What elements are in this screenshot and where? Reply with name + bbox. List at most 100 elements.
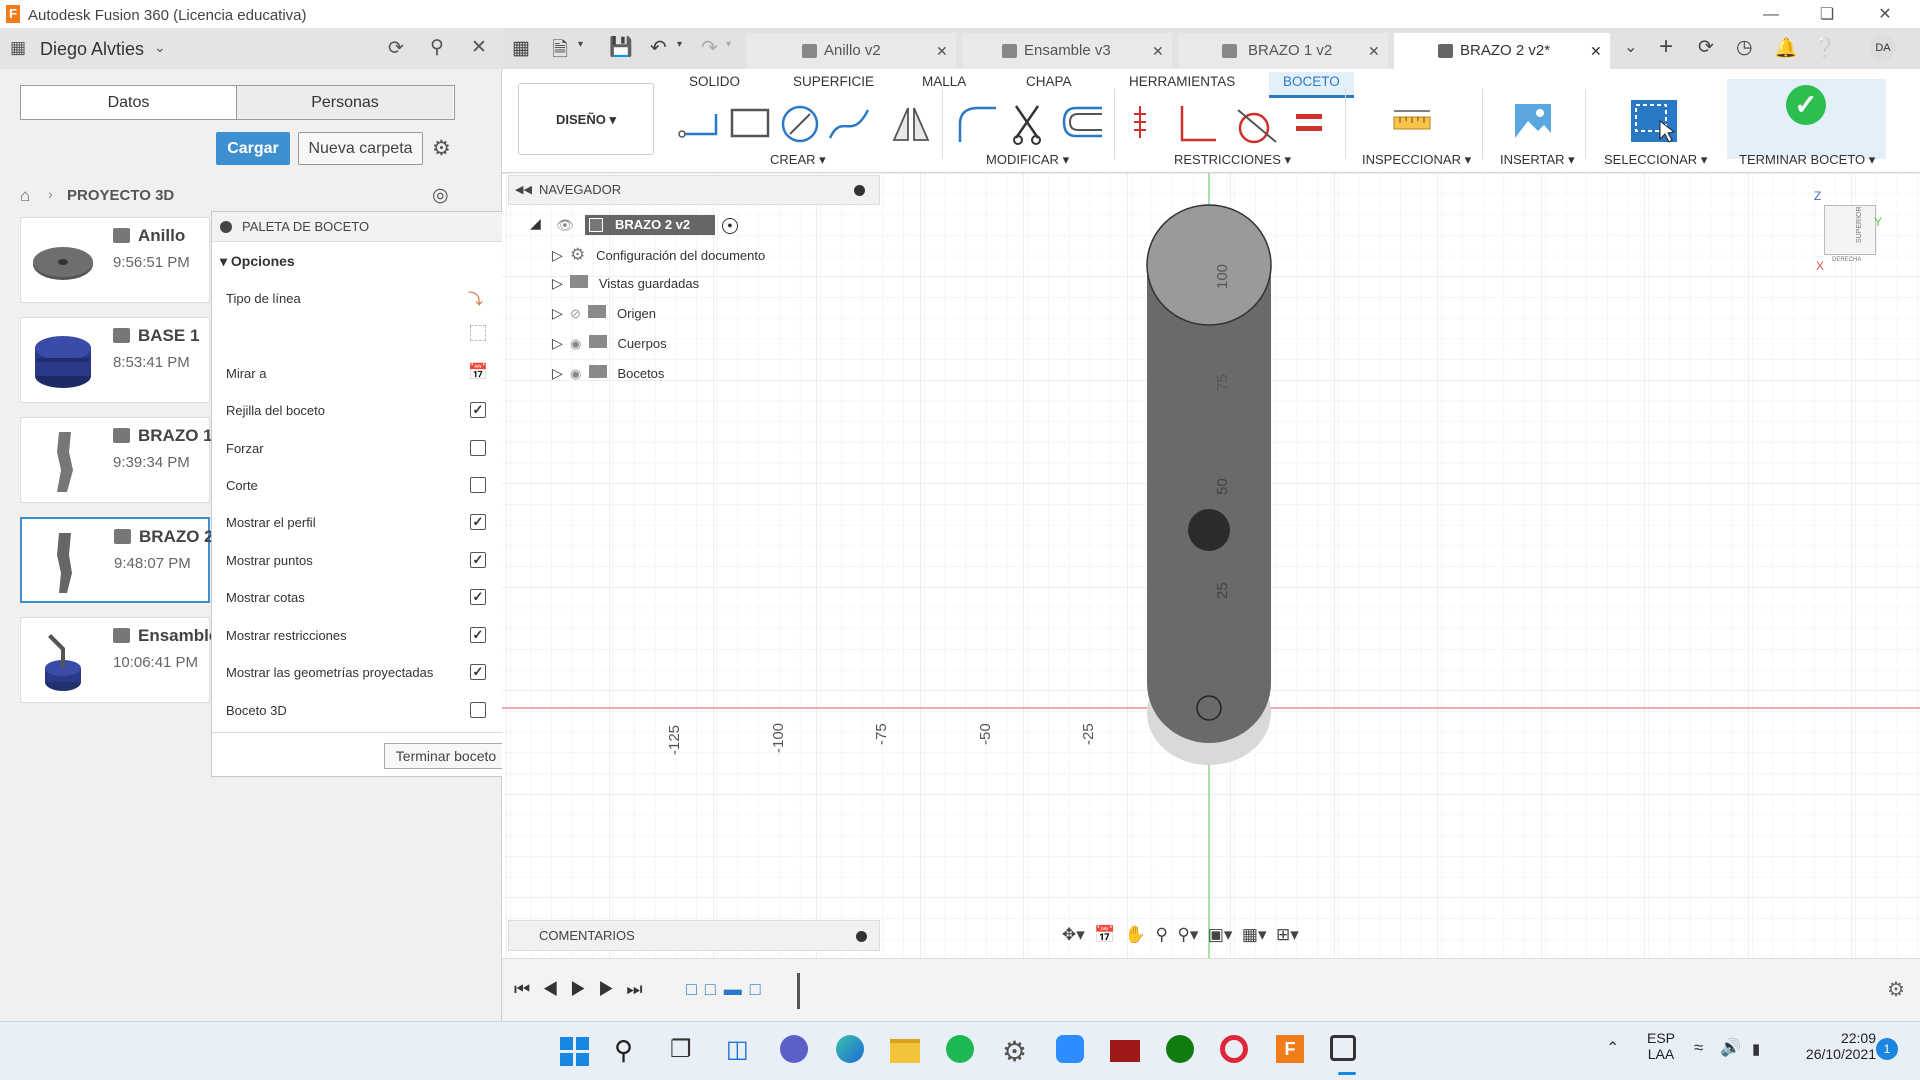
- sketch-feature-icon[interactable]: □: [686, 979, 705, 999]
- 3d-sketch-checkbox[interactable]: [470, 702, 486, 718]
- timeline-settings-icon[interactable]: ⚙: [1887, 977, 1905, 1002]
- sketch-feature-icon[interactable]: □: [705, 979, 724, 999]
- browser-row-named-views[interactable]: ▷ Vistas guardadas: [552, 275, 699, 292]
- gear-icon[interactable]: ⚙: [432, 136, 451, 161]
- activate-radio-icon[interactable]: ●: [722, 218, 738, 234]
- tab-solido[interactable]: SOLIDO: [689, 74, 740, 89]
- tabs-overflow-icon[interactable]: ⌄: [1624, 37, 1637, 57]
- browser-root[interactable]: BRAZO 2 v2: [585, 215, 715, 235]
- snipping-tool-icon[interactable]: [1330, 1035, 1362, 1067]
- offset-tool-icon[interactable]: [1062, 106, 1102, 138]
- redo-icon[interactable]: ↷: [701, 35, 718, 60]
- step-forward-icon[interactable]: ▶: [598, 979, 626, 999]
- mirror-tool-icon[interactable]: [892, 107, 930, 141]
- browser-row-bodies[interactable]: ▷ ◉ Cuerpos: [552, 335, 667, 352]
- fit-icon[interactable]: ⚲▾: [1177, 925, 1198, 944]
- show-projected-checkbox[interactable]: ✓: [470, 664, 486, 680]
- browser-row-sketches[interactable]: ▷ ◉ Bocetos: [552, 365, 664, 382]
- zoom-app-icon[interactable]: [1056, 1035, 1088, 1067]
- task-view-icon[interactable]: ❐: [670, 1035, 702, 1067]
- visibility-eye-icon[interactable]: 👁: [556, 217, 574, 234]
- show-dimensions-checkbox[interactable]: ✓: [470, 589, 486, 605]
- centerline-icon[interactable]: [470, 325, 486, 341]
- new-folder-button[interactable]: Nueva carpeta: [298, 132, 423, 165]
- restore-button[interactable]: ❏: [1804, 3, 1850, 27]
- group-inspeccionar[interactable]: INSPECCIONAR ▾: [1362, 152, 1471, 168]
- insert-image-icon[interactable]: [1514, 103, 1552, 139]
- file-dropdown-icon[interactable]: ▾: [578, 39, 583, 50]
- go-to-end-icon[interactable]: ⏭: [626, 979, 654, 999]
- widgets-icon[interactable]: ◫: [726, 1035, 758, 1067]
- visibility-eye-icon[interactable]: ◉: [570, 366, 581, 381]
- tab-datos[interactable]: Datos: [21, 86, 237, 119]
- tab-personas[interactable]: Personas: [237, 86, 453, 119]
- help-icon[interactable]: ❔: [1812, 36, 1836, 60]
- options-section[interactable]: ▾ Opciones: [220, 253, 295, 270]
- checkmark-icon[interactable]: ✓: [1786, 85, 1826, 125]
- opera-icon[interactable]: [1220, 1035, 1252, 1067]
- pin-icon[interactable]: [854, 185, 865, 196]
- file-icon[interactable]: 🗎: [552, 35, 568, 69]
- search-icon[interactable]: ⚲: [430, 36, 444, 59]
- tab-chapa[interactable]: CHAPA: [1026, 74, 1072, 89]
- save-icon[interactable]: 💾: [609, 35, 633, 59]
- language-indicator[interactable]: ESP LAA: [1644, 1030, 1678, 1062]
- viewcube[interactable]: SUPERIOR DERECHA Z Y X: [1814, 189, 1882, 273]
- workspace-selector[interactable]: DISEÑO ▾: [518, 83, 654, 155]
- settings-taskbar-icon[interactable]: ⚙: [1002, 1035, 1034, 1067]
- notification-badge[interactable]: 1: [1876, 1038, 1898, 1060]
- expand-arrow-icon[interactable]: ▷: [552, 365, 563, 381]
- browser-row-origin[interactable]: ▷ ⊘ Origen: [552, 305, 656, 322]
- search-taskbar-icon[interactable]: ⚲: [614, 1035, 646, 1067]
- orbit-icon[interactable]: ✥▾: [1062, 925, 1085, 944]
- spotify-icon[interactable]: [946, 1035, 978, 1067]
- collapse-arrow-icon[interactable]: ◢: [530, 215, 541, 232]
- viewcube-face[interactable]: [1824, 205, 1876, 255]
- project-title[interactable]: PROYECTO 3D: [67, 187, 174, 204]
- close-tab-icon[interactable]: ✕: [1368, 33, 1380, 69]
- visibility-eye-icon[interactable]: ◉: [570, 336, 581, 351]
- zoom-icon[interactable]: ⚲: [1155, 925, 1167, 944]
- perpendicular-constraint-icon[interactable]: [1180, 106, 1216, 142]
- show-points-checkbox[interactable]: ✓: [470, 552, 486, 568]
- close-window-button[interactable]: ✕: [1862, 3, 1908, 27]
- close-tab-icon[interactable]: ✕: [1590, 33, 1602, 69]
- fusion-taskbar-icon[interactable]: F: [1276, 1035, 1308, 1067]
- construction-line-icon[interactable]: ⤵: [468, 288, 483, 309]
- refresh-icon[interactable]: ⟳: [388, 37, 404, 60]
- minimize-button[interactable]: —: [1748, 3, 1794, 27]
- edge-icon[interactable]: [836, 1035, 868, 1067]
- clock[interactable]: 22:09 26/10/2021: [1786, 1030, 1876, 1062]
- group-crear[interactable]: CREAR ▾: [770, 152, 826, 168]
- viewports-icon[interactable]: ⊞▾: [1276, 925, 1299, 944]
- group-seleccionar[interactable]: SELECCIONAR ▾: [1604, 152, 1707, 168]
- upload-button[interactable]: Cargar: [216, 132, 290, 165]
- add-comment-icon[interactable]: [856, 931, 867, 942]
- wifi-icon[interactable]: ≈: [1694, 1038, 1703, 1058]
- new-tab-icon[interactable]: +: [1659, 33, 1673, 61]
- look-at-icon[interactable]: 📅: [468, 362, 488, 382]
- tab-anillo[interactable]: Anillo v2 ✕: [746, 33, 956, 69]
- close-panel-icon[interactable]: ✕: [471, 36, 487, 59]
- show-profile-checkbox[interactable]: ✓: [470, 514, 486, 530]
- list-item[interactable]: BRAZO 1 9:39:34 PM: [20, 417, 213, 503]
- tab-superficie[interactable]: SUPERFICIE: [793, 74, 874, 89]
- team-icon[interactable]: ▦: [10, 38, 26, 58]
- circle-tool-icon[interactable]: [781, 105, 819, 143]
- browser-row-settings[interactable]: ▷ ⚙ Configuración del documento: [552, 245, 765, 265]
- list-item[interactable]: BRAZO 2 9:48:07 PM: [20, 517, 214, 603]
- tangent-constraint-icon[interactable]: [1237, 109, 1277, 144]
- list-item[interactable]: Anillo 9:56:51 PM: [20, 217, 210, 303]
- timeline-marker[interactable]: [797, 973, 800, 1009]
- pan-icon[interactable]: ✋: [1125, 925, 1146, 944]
- measure-icon[interactable]: [1392, 107, 1432, 137]
- step-back-icon[interactable]: ◀: [542, 979, 570, 999]
- go-to-start-icon[interactable]: ⏮: [514, 979, 542, 999]
- snap-checkbox[interactable]: [470, 440, 486, 456]
- collapse-palette-icon[interactable]: [220, 221, 232, 233]
- spline-tool-icon[interactable]: [828, 109, 870, 139]
- job-status-icon[interactable]: ◷: [1736, 36, 1753, 59]
- undo-dropdown-icon[interactable]: ▾: [677, 39, 682, 50]
- show-constraints-checkbox[interactable]: ✓: [470, 627, 486, 643]
- avatar[interactable]: DA: [1870, 35, 1896, 61]
